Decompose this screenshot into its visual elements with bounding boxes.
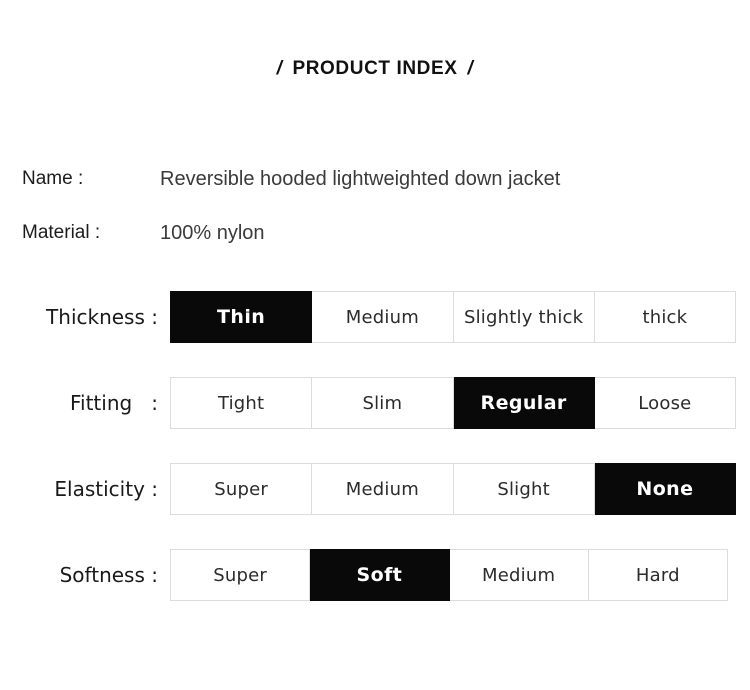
option-group-thickness: Thin Medium Slightly thick thick	[170, 291, 736, 343]
option-softness-super[interactable]: Super	[170, 549, 311, 601]
option-thickness-thick[interactable]: thick	[594, 291, 736, 343]
attribute-label-thickness: Thickness :	[46, 305, 158, 329]
option-group-softness: Super Soft Medium Hard	[170, 549, 728, 601]
info-label-material: Material :	[22, 222, 101, 243]
option-group-fitting: Tight Slim Regular Loose	[170, 377, 736, 429]
title-slash-right: /	[467, 58, 474, 79]
attribute-row-elasticity: Elasticity : Super Medium Slight None	[0, 463, 750, 515]
option-elasticity-medium[interactable]: Medium	[312, 463, 454, 515]
option-fitting-loose[interactable]: Loose	[594, 377, 736, 429]
attribute-label-fitting: Fitting :	[69, 391, 158, 415]
page-title-text: PRODUCT INDEX	[292, 58, 458, 79]
option-fitting-regular[interactable]: Regular	[453, 377, 595, 429]
option-elasticity-super[interactable]: Super	[170, 463, 313, 515]
option-elasticity-slight[interactable]: Slight	[453, 463, 595, 515]
attribute-row-fitting: Fitting : Tight Slim Regular Loose	[0, 377, 750, 429]
option-softness-hard[interactable]: Hard	[588, 549, 728, 601]
attribute-label-softness: Softness :	[59, 563, 158, 587]
attribute-row-thickness: Thickness : Thin Medium Slightly thick t…	[0, 291, 750, 343]
info-value-material: 100% nylon	[160, 222, 265, 244]
title-slash-left: /	[276, 58, 283, 79]
attribute-label-elasticity: Elasticity :	[54, 477, 158, 501]
attribute-row-softness: Softness : Super Soft Medium Hard	[0, 549, 750, 601]
option-group-elasticity: Super Medium Slight None	[170, 463, 736, 515]
info-value-name: Reversible hooded lightweighted down jac…	[160, 168, 561, 190]
option-thickness-slightly-thick[interactable]: Slightly thick	[453, 291, 595, 343]
page-title-container: / PRODUCT INDEX /	[0, 58, 750, 80]
info-row-material: Material : 100% nylon	[0, 218, 750, 248]
option-thickness-medium[interactable]: Medium	[312, 291, 454, 343]
option-fitting-tight[interactable]: Tight	[170, 377, 313, 429]
option-elasticity-none[interactable]: None	[594, 463, 736, 515]
page-title: / PRODUCT INDEX /	[267, 58, 484, 80]
option-fitting-slim[interactable]: Slim	[312, 377, 454, 429]
info-label-name: Name :	[22, 168, 84, 189]
option-thickness-thin[interactable]: Thin	[170, 291, 313, 343]
option-softness-soft[interactable]: Soft	[310, 549, 450, 601]
info-row-name: Name : Reversible hooded lightweighted d…	[0, 164, 750, 194]
option-softness-medium[interactable]: Medium	[449, 549, 589, 601]
